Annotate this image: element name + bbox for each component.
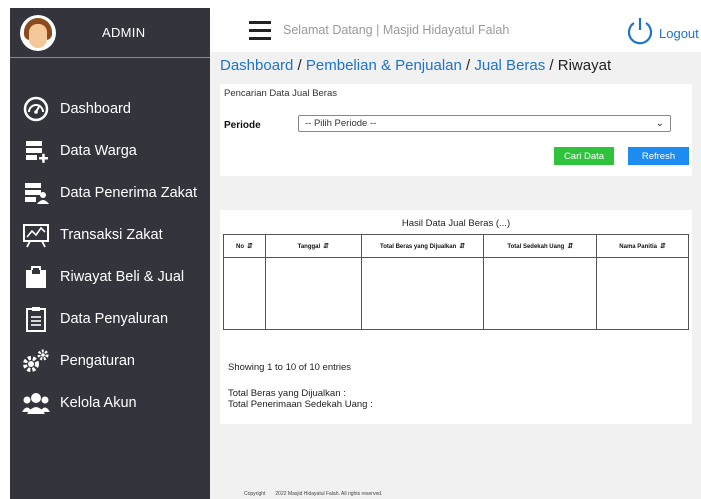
column-header-no[interactable]: No ⇵	[223, 234, 266, 258]
power-icon	[625, 16, 655, 51]
search-panel: Pencarian Data Jual Beras Periode -- Pil…	[220, 84, 692, 176]
table-cell	[360, 257, 485, 330]
breadcrumb-separator: /	[293, 57, 306, 74]
periode-select[interactable]: -- Pilih Periode -- ⌄	[298, 115, 671, 132]
sidebar-item-kelola-akun[interactable]: Kelola Akun	[10, 382, 210, 424]
entries-info: Showing 1 to 10 of 10 entries	[228, 362, 352, 373]
sidebar-item-label: Data Penerima Zakat	[60, 185, 198, 201]
shopping-bag-icon	[22, 263, 50, 291]
sort-icon[interactable]: ⇵	[459, 243, 465, 250]
breadcrumb-jual-beras[interactable]: Jual Beras	[474, 57, 545, 74]
cari-data-button[interactable]: Cari Data	[554, 147, 614, 165]
periode-label: Periode	[224, 120, 261, 131]
copyright-text: 2022 Masjid Hidayatul Falah. All rights …	[275, 491, 383, 497]
search-panel-title: Pencarian Data Jual Beras	[224, 88, 338, 99]
sort-icon[interactable]: ⇵	[567, 243, 573, 250]
sort-icon[interactable]: ⇵	[660, 243, 666, 250]
clipboard-icon	[22, 305, 50, 333]
column-header-total-beras[interactable]: Total Beras yang Dijualkan ⇵	[360, 234, 485, 258]
admin-label: ADMIN	[102, 25, 146, 40]
sidebar-item-label: Data Penyaluran	[60, 311, 169, 327]
breadcrumb-dashboard[interactable]: Dashboard	[220, 57, 293, 74]
hamburger-menu-icon[interactable]	[249, 21, 271, 41]
table-row	[223, 257, 689, 330]
sort-icon[interactable]: ⇵	[323, 243, 329, 250]
sidebar-item-dashboard[interactable]: Dashboard	[10, 88, 210, 130]
gears-icon	[22, 347, 50, 375]
sidebar-item-label: Data Warga	[60, 143, 137, 159]
breadcrumb-separator: /	[461, 57, 475, 74]
sidebar-item-data-warga[interactable]: Data Warga	[10, 130, 210, 172]
table-cell	[264, 257, 362, 330]
logout-label: Logout	[659, 26, 699, 41]
result-panel: Hasil Data Jual Beras (...) No ⇵ Tanggal ⇵…	[220, 210, 692, 424]
chart-board-icon	[22, 221, 50, 249]
column-header-tanggal[interactable]: Tanggal ⇵	[264, 234, 362, 258]
user-data-icon	[22, 179, 50, 207]
sidebar-item-pengaturan[interactable]: Pengaturan	[10, 340, 210, 382]
total-sedekah-label: Total Penerimaan Sedekah Uang :	[228, 399, 373, 410]
column-header-nama-panitia[interactable]: Nama Panitia ⇵	[596, 234, 689, 258]
result-table: No ⇵ Tanggal ⇵ Total Beras yang Dijualkan ⇵…	[223, 234, 689, 330]
sidebar: ADMIN Dashboard Data Warga Data Penerima…	[10, 8, 210, 499]
sidebar-item-data-penyaluran[interactable]: Data Penyaluran	[10, 298, 210, 340]
total-beras-label: Total Beras yang Dijualkan :	[228, 388, 346, 399]
sidebar-item-label: Kelola Akun	[60, 395, 137, 411]
users-icon	[22, 389, 50, 417]
result-title: Hasil Data Jual Beras (...)	[401, 218, 511, 229]
sidebar-menu: Dashboard Data Warga Data Penerima Zakat…	[10, 88, 210, 424]
column-header-total-sedekah[interactable]: Total Sedekah Uang ⇵	[483, 234, 598, 258]
sidebar-item-label: Transaksi Zakat	[60, 227, 163, 243]
copyright-label: Copyright	[244, 491, 266, 497]
table-cell	[596, 257, 689, 330]
sidebar-item-riwayat[interactable]: Riwayat Beli & Jual	[10, 256, 210, 298]
sidebar-item-transaksi-zakat[interactable]: Transaksi Zakat	[10, 214, 210, 256]
breadcrumb-separator: /	[545, 57, 558, 74]
welcome-text: Selamat Datang | Masjid Hidayatul Falah	[283, 23, 510, 37]
add-data-icon	[22, 137, 50, 165]
breadcrumb: Dashboard / Pembelian & Penjualan / Jual…	[220, 57, 611, 74]
logout-button[interactable]: Logout	[625, 16, 699, 51]
avatar[interactable]	[20, 14, 56, 51]
sidebar-item-label: Pengaturan	[60, 353, 135, 369]
breadcrumb-current: Riwayat	[557, 57, 612, 74]
breadcrumb-pembelian[interactable]: Pembelian & Penjualan	[306, 57, 462, 74]
footer: Copyright 2022 Masjid Hidayatul Falah. Al…	[244, 491, 382, 497]
table-cell	[223, 257, 266, 330]
periode-select-value: -- Pilih Periode --	[305, 118, 377, 129]
sidebar-item-label: Riwayat Beli & Jual	[60, 269, 185, 285]
sidebar-item-data-penerima-zakat[interactable]: Data Penerima Zakat	[10, 172, 210, 214]
sidebar-header: ADMIN	[10, 8, 210, 58]
sort-icon[interactable]: ⇵	[247, 243, 253, 250]
refresh-button[interactable]: Refresh	[628, 147, 689, 165]
chevron-down-icon: ⌄	[655, 118, 664, 129]
table-cell	[483, 257, 598, 330]
sidebar-item-label: Dashboard	[60, 101, 131, 117]
dashboard-icon	[22, 95, 50, 123]
